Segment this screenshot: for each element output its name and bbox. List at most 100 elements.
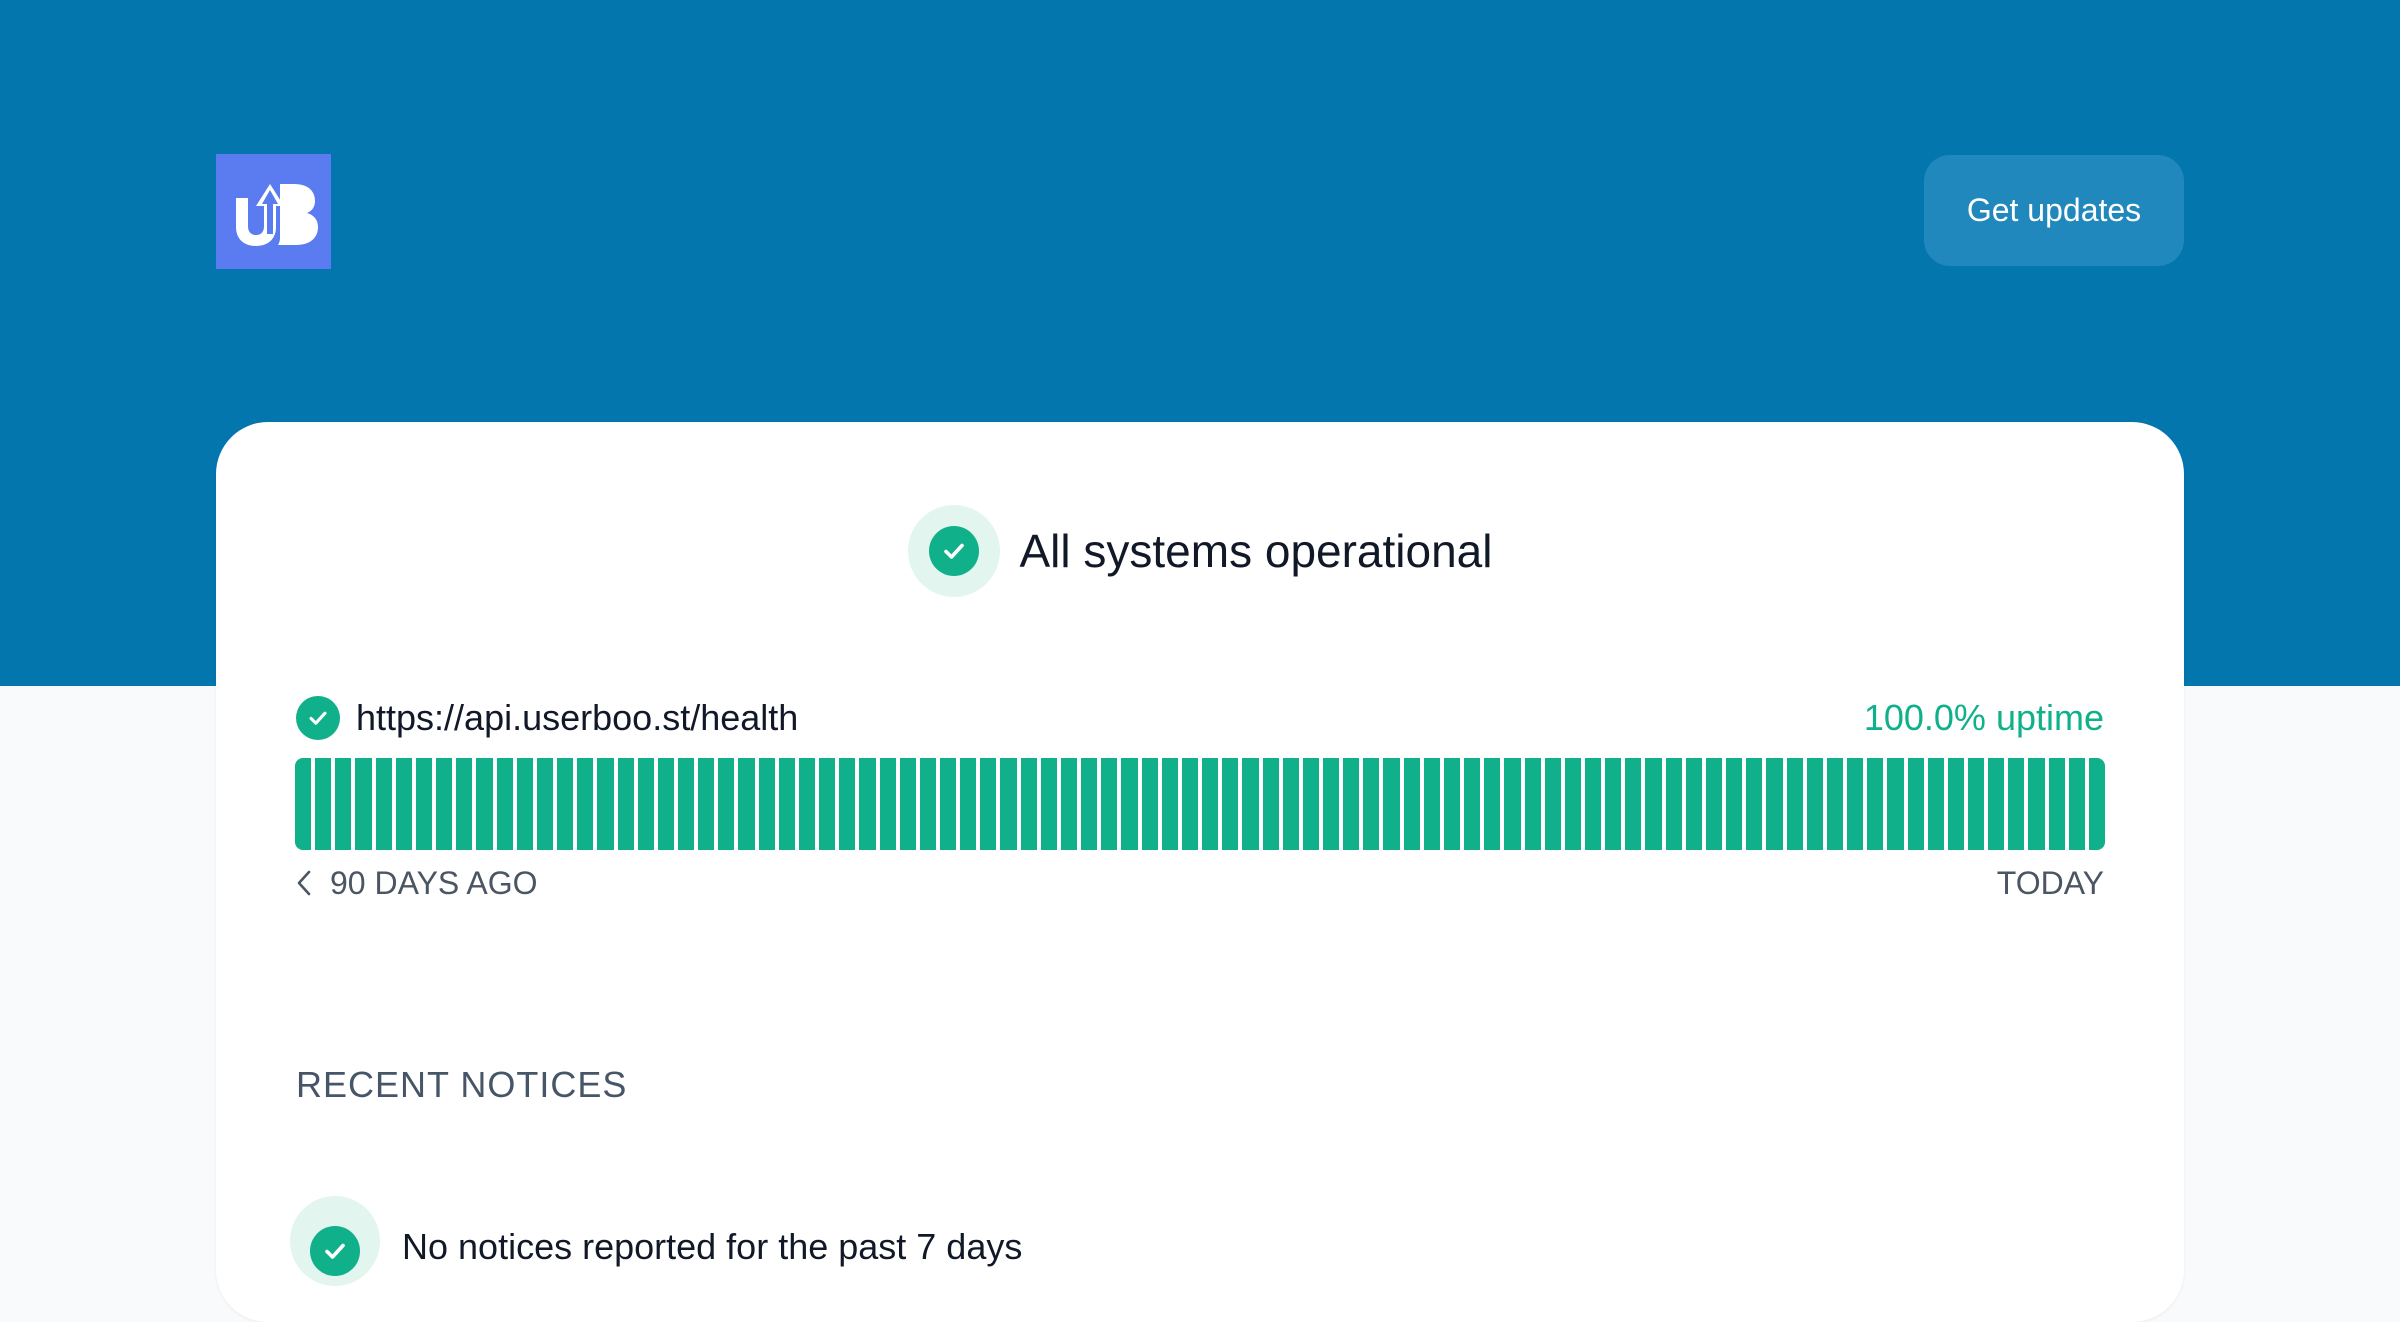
recent-notices-heading: RECENT NOTICES <box>296 1064 628 1105</box>
uptime-day-bar[interactable] <box>980 758 997 850</box>
uptime-day-bar[interactable] <box>778 758 795 850</box>
uptime-day-bar[interactable] <box>1665 758 1682 850</box>
uptime-day-bar[interactable] <box>637 758 654 850</box>
uptime-day-bar[interactable] <box>415 758 433 850</box>
uptime-day-bar[interactable] <box>1806 758 1823 850</box>
uptime-day-bar[interactable] <box>1645 758 1662 850</box>
uptime-day-bar[interactable] <box>1242 758 1259 850</box>
uptime-day-bar[interactable] <box>1161 758 1178 850</box>
uptime-day-bar[interactable] <box>899 758 916 850</box>
uptime-day-bar[interactable] <box>1705 758 1723 850</box>
logo-mark <box>236 184 318 246</box>
uptime-day-bar[interactable] <box>516 758 533 850</box>
uptime-day-bar[interactable] <box>1363 758 1380 850</box>
uptime-day-bar[interactable] <box>295 758 312 850</box>
uptime-day-bar[interactable] <box>1484 758 1501 850</box>
uptime-day-bar[interactable] <box>355 758 372 850</box>
uptime-day-bar[interactable] <box>940 758 957 850</box>
uptime-day-bar[interactable] <box>1967 758 1985 850</box>
uptime-day-bar[interactable] <box>677 758 695 850</box>
uptime-day-bar[interactable] <box>1786 758 1803 850</box>
uptime-day-bar[interactable] <box>395 758 412 850</box>
uptime-day-bar[interactable] <box>1101 758 1118 850</box>
uptime-day-bar[interactable] <box>1826 758 1844 850</box>
notice-check-halo <box>290 1196 380 1286</box>
uptime-day-bar[interactable] <box>738 758 755 850</box>
uptime-day-bar[interactable] <box>1443 758 1461 850</box>
uptime-day-bar[interactable] <box>1887 758 1904 850</box>
uptime-day-bar[interactable] <box>1423 758 1440 850</box>
uptime-day-bar[interactable] <box>819 758 836 850</box>
uptime-day-bar[interactable] <box>1605 758 1622 850</box>
get-updates-button[interactable]: Get updates <box>1924 155 2184 266</box>
uptime-day-bar[interactable] <box>1847 758 1864 850</box>
uptime-day-bar[interactable] <box>315 758 332 850</box>
uptime-day-bar[interactable] <box>798 758 816 850</box>
range-start[interactable]: 90 DAYS AGO <box>296 860 538 906</box>
uptime-day-bar[interactable] <box>1081 758 1098 850</box>
uptime-day-bar[interactable] <box>375 758 392 850</box>
uptime-day-bar[interactable] <box>1302 758 1319 850</box>
uptime-day-bar[interactable] <box>960 758 977 850</box>
uptime-day-bar[interactable] <box>1202 758 1219 850</box>
uptime-day-bar[interactable] <box>919 758 936 850</box>
uptime-day-bar[interactable] <box>2068 758 2085 850</box>
uptime-day-bar[interactable] <box>1181 758 1199 850</box>
uptime-day-bar[interactable] <box>758 758 775 850</box>
uptime-day-bar[interactable] <box>657 758 674 850</box>
uptime-day-bar[interactable] <box>1988 758 2005 850</box>
uptime-day-bar[interactable] <box>456 758 473 850</box>
uptime-day-bar[interactable] <box>1544 758 1561 850</box>
uptime-day-bar[interactable] <box>2028 758 2045 850</box>
uptime-day-bar[interactable] <box>839 758 856 850</box>
uptime-day-bar[interactable] <box>557 758 574 850</box>
uptime-day-bar[interactable] <box>536 758 554 850</box>
notice-text: No notices reported for the past 7 days <box>402 1226 1023 1267</box>
uptime-day-bar[interactable] <box>1262 758 1279 850</box>
uptime-day-bar[interactable] <box>1766 758 1783 850</box>
uptime-day-bar[interactable] <box>496 758 513 850</box>
uptime-day-bar[interactable] <box>1746 758 1763 850</box>
uptime-day-bar[interactable] <box>1000 758 1017 850</box>
uptime-day-bar[interactable] <box>476 758 493 850</box>
uptime-day-bar[interactable] <box>2088 758 2105 850</box>
uptime-day-bar[interactable] <box>1867 758 1884 850</box>
uptime-day-bar[interactable] <box>1403 758 1420 850</box>
uptime-day-bar[interactable] <box>1625 758 1642 850</box>
uptime-day-bar[interactable] <box>1685 758 1702 850</box>
uptime-day-bar[interactable] <box>1322 758 1340 850</box>
uptime-day-bar[interactable] <box>1907 758 1924 850</box>
uptime-day-bar[interactable] <box>1585 758 1602 850</box>
userboost-logo-icon[interactable] <box>216 154 331 269</box>
uptime-day-bar[interactable] <box>1060 758 1078 850</box>
uptime-day-bar[interactable] <box>1564 758 1581 850</box>
uptime-day-bar[interactable] <box>1383 758 1400 850</box>
uptime-day-bar[interactable] <box>2048 758 2065 850</box>
monitor-url: https://api.userboo.st/health <box>356 697 799 738</box>
uptime-day-bar[interactable] <box>436 758 453 850</box>
uptime-day-bar[interactable] <box>1222 758 1239 850</box>
uptime-day-bar[interactable] <box>617 758 634 850</box>
uptime-day-bar[interactable] <box>1282 758 1299 850</box>
uptime-day-bar[interactable] <box>1947 758 1964 850</box>
uptime-day-bar[interactable] <box>335 758 352 850</box>
uptime-day-bar[interactable] <box>698 758 715 850</box>
uptime-day-bar[interactable] <box>1504 758 1521 850</box>
uptime-day-bar[interactable] <box>1726 758 1743 850</box>
uptime-day-bar[interactable] <box>1343 758 1360 850</box>
uptime-day-bar[interactable] <box>577 758 594 850</box>
uptime-day-bar[interactable] <box>1121 758 1138 850</box>
uptime-day-bar[interactable] <box>1464 758 1481 850</box>
uptime-day-bar[interactable] <box>1020 758 1037 850</box>
uptime-day-bar[interactable] <box>2008 758 2025 850</box>
uptime-day-bar[interactable] <box>597 758 614 850</box>
uptime-day-bar[interactable] <box>1040 758 1057 850</box>
uptime-day-bar[interactable] <box>1524 758 1541 850</box>
uptime-day-bar[interactable] <box>718 758 735 850</box>
uptime-day-bar[interactable] <box>859 758 876 850</box>
uptime-day-bar[interactable] <box>879 758 896 850</box>
uptime-day-bar[interactable] <box>1141 758 1158 850</box>
monitor-row: https://api.userboo.st/health 100.0% upt… <box>296 690 2104 746</box>
uptime-percentage: 100.0% uptime <box>1863 697 2104 738</box>
uptime-day-bar[interactable] <box>1927 758 1944 850</box>
